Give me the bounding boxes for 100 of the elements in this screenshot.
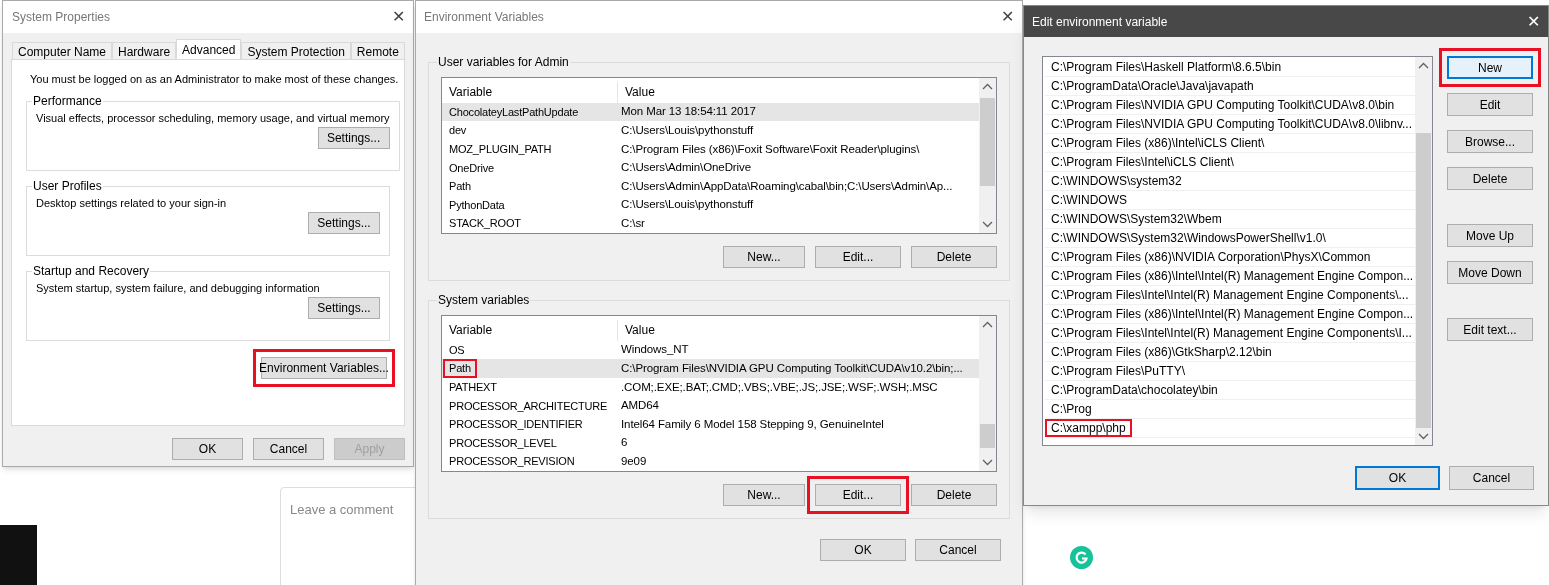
path-entry[interactable]: C:\xampp\php [1051, 419, 1126, 437]
scrollbar[interactable] [979, 78, 996, 233]
column-header[interactable]: Value [618, 321, 655, 340]
dialog-button[interactable]: OK [820, 539, 906, 561]
dialog-button[interactable]: Delete [911, 246, 997, 268]
variable-value: Intel64 Family 6 Model 158 Stepping 9, GenuineIntel [620, 416, 884, 432]
variable-name: PROCESSOR_IDENTIFIER [449, 417, 583, 433]
dialog-button[interactable]: Move Up [1447, 224, 1533, 247]
group-title: Startup and Recovery [32, 263, 151, 280]
group-description: Visual effects, processor scheduling, memory usage, and virtual memory [36, 111, 390, 126]
variable-name: OS [449, 342, 465, 358]
variable-name: STACK_ROOT [449, 216, 521, 232]
variable-name: dev [449, 123, 467, 139]
dialog-button[interactable]: Edit... [815, 246, 901, 268]
scrollbar[interactable] [1415, 57, 1432, 445]
variable-name: PROCESSOR_LEVEL [449, 435, 557, 451]
path-entry[interactable]: C:\Program Files\PuTTY\ [1051, 362, 1186, 380]
close-button[interactable]: ✕ [993, 9, 1022, 25]
scrollbar[interactable] [979, 316, 996, 471]
variable-value: C:\Users\Louis\pythonstuff [620, 122, 754, 138]
list-row[interactable]: Path C:\Program Files\NVIDIA GPU Computing Toolkit\CUDA\v10.2\bin;... [442, 359, 979, 378]
window-title: Environment Variables [424, 9, 544, 26]
group-description: Desktop settings related to your sign-in [36, 196, 227, 211]
path-entry[interactable]: C:\WINDOWS\System32\Wbem [1051, 210, 1222, 228]
variable-name: Path [449, 179, 471, 195]
close-button[interactable]: ✕ [1519, 13, 1548, 30]
variable-value: 6 [620, 435, 628, 451]
path-entry[interactable]: C:\Program Files (x86)\Intel\Intel(R) Management Engine Compon... [1051, 267, 1414, 285]
dialog-button[interactable]: Cancel [1449, 466, 1534, 490]
group-title: User Profiles [32, 178, 103, 195]
variable-name: OneDrive [449, 160, 494, 176]
tab[interactable]: Remote [350, 42, 405, 59]
dialog-button[interactable]: Edit [1447, 93, 1533, 116]
variable-value: C:\Users\Admin\AppData\Roaming\cabal\bin;C:\Users\Admin\Ap... [620, 178, 953, 194]
group-title: Performance [32, 93, 103, 110]
dialog-button[interactable]: Cancel [915, 539, 1001, 561]
close-button[interactable]: ✕ [384, 9, 413, 25]
dialog-button[interactable]: Settings... [308, 296, 380, 319]
path-entry[interactable]: C:\Program Files\NVIDIA GPU Computing Toolkit\CUDA\v8.0\bin [1051, 96, 1395, 114]
path-entry[interactable]: C:\Program Files (x86)\GtkSharp\2.12\bin [1051, 343, 1272, 361]
path-entry[interactable]: C:\Program Files (x86)\Intel\iCLS Client\ [1051, 134, 1265, 152]
path-entry[interactable]: C:\ProgramData\Oracle\Java\javapath [1051, 77, 1254, 95]
path-entry[interactable]: C:\Program Files\NVIDIA GPU Computing Toolkit\CUDA\v8.0\libnv... [1051, 115, 1412, 133]
variable-value: C:\sr [620, 216, 645, 232]
variable-name: PROCESSOR_REVISION [449, 454, 575, 470]
variable-name: PATHEXT [449, 379, 497, 395]
dialog-button[interactable]: Cancel [253, 438, 324, 460]
variable-name: PROCESSOR_ARCHITECTURE [449, 398, 608, 414]
path-entry[interactable]: C:\ProgramData\chocolatey\bin [1051, 381, 1218, 399]
group-title: User variables for Admin [437, 54, 570, 71]
refresh-circle-icon[interactable] [1070, 546, 1093, 569]
variable-value: C:\Users\Admin\OneDrive [620, 160, 751, 176]
dialog-button[interactable]: New... [723, 484, 805, 506]
dialog-button[interactable]: Edit text... [1447, 318, 1533, 341]
dialog-button[interactable]: Settings... [308, 211, 380, 234]
dialog-button[interactable]: OK [172, 438, 243, 460]
window-title: System Properties [12, 9, 111, 26]
tab[interactable]: Advanced [176, 39, 242, 59]
dialog-button[interactable]: OK [1355, 466, 1440, 490]
variable-value: Windows_NT [620, 342, 689, 358]
variable-value: 9e09 [620, 454, 647, 470]
dialog-button[interactable]: Delete [1447, 167, 1533, 190]
path-entry[interactable]: C:\Program Files\Intel\iCLS Client\ [1051, 153, 1234, 171]
window-title: Edit environment variable [1032, 13, 1168, 31]
column-header[interactable]: Variable [442, 320, 618, 341]
path-entry[interactable]: C:\Program Files\Intel\Intel(R) Management Engine Components\I... [1051, 324, 1412, 342]
dialog-button[interactable]: Move Down [1447, 261, 1533, 284]
path-entry[interactable]: C:\Prog [1051, 400, 1092, 418]
tab[interactable]: Hardware [112, 42, 177, 59]
path-entry[interactable]: C:\Program Files\Haskell Platform\8.6.5\bin [1051, 58, 1282, 76]
variable-value: C:\Users\Louis\pythonstuff [620, 197, 754, 213]
dialog-button[interactable]: Environment Variables... [261, 357, 387, 379]
dialog-button[interactable]: Edit... [815, 484, 901, 506]
group-title: System variables [437, 292, 531, 309]
dialog-button[interactable]: Browse... [1447, 130, 1533, 153]
variable-name: ChocolateyLastPathUpdate [449, 104, 579, 120]
dialog-button[interactable]: Delete [911, 484, 997, 506]
dark-panel [0, 525, 37, 585]
notice-text: You must be logged on as an Administrator to make most of these changes. [29, 72, 399, 86]
dialog-button[interactable]: New... [723, 246, 805, 268]
tab[interactable]: System Protection [241, 42, 351, 59]
variable-value: AMD64 [620, 398, 659, 414]
path-entry[interactable]: C:\WINDOWS\system32 [1051, 172, 1182, 190]
tab[interactable]: Computer Name [12, 42, 113, 59]
variable-value: .COM;.EXE;.BAT;.CMD;.VBS;.VBE;.JS;.JSE;.WSF;.WSH;.MSC [620, 379, 938, 395]
variable-name: Path [449, 361, 471, 377]
column-header[interactable]: Variable [442, 82, 618, 103]
path-entry[interactable]: C:\Program Files (x86)\NVIDIA Corporation\PhysX\Common [1051, 248, 1371, 266]
variable-value: C:\Program Files\NVIDIA GPU Computing Toolkit\CUDA\v10.2\bin;... [620, 360, 963, 376]
path-entry[interactable]: C:\Program Files\Intel\Intel(R) Management Engine Components\... [1051, 286, 1409, 304]
dialog-button[interactable]: New [1447, 56, 1533, 79]
variable-value: Mon Mar 13 18:54:11 2017 [620, 104, 756, 120]
list-row[interactable]: ChocolateyLastPathUpdate Mon Mar 13 18:54:11 2017 [442, 102, 979, 122]
variable-name: PythonData [449, 197, 505, 213]
dialog-button[interactable]: Settings... [317, 126, 390, 149]
column-header[interactable]: Value [618, 83, 655, 102]
path-entry[interactable]: C:\WINDOWS\System32\WindowsPowerShell\v1.0\ [1051, 229, 1326, 247]
group-description: System startup, system failure, and debugging information [36, 281, 320, 296]
path-entry[interactable]: C:\WINDOWS [1051, 191, 1127, 209]
path-entry[interactable]: C:\Program Files (x86)\Intel\Intel(R) Management Engine Compon... [1051, 305, 1414, 323]
